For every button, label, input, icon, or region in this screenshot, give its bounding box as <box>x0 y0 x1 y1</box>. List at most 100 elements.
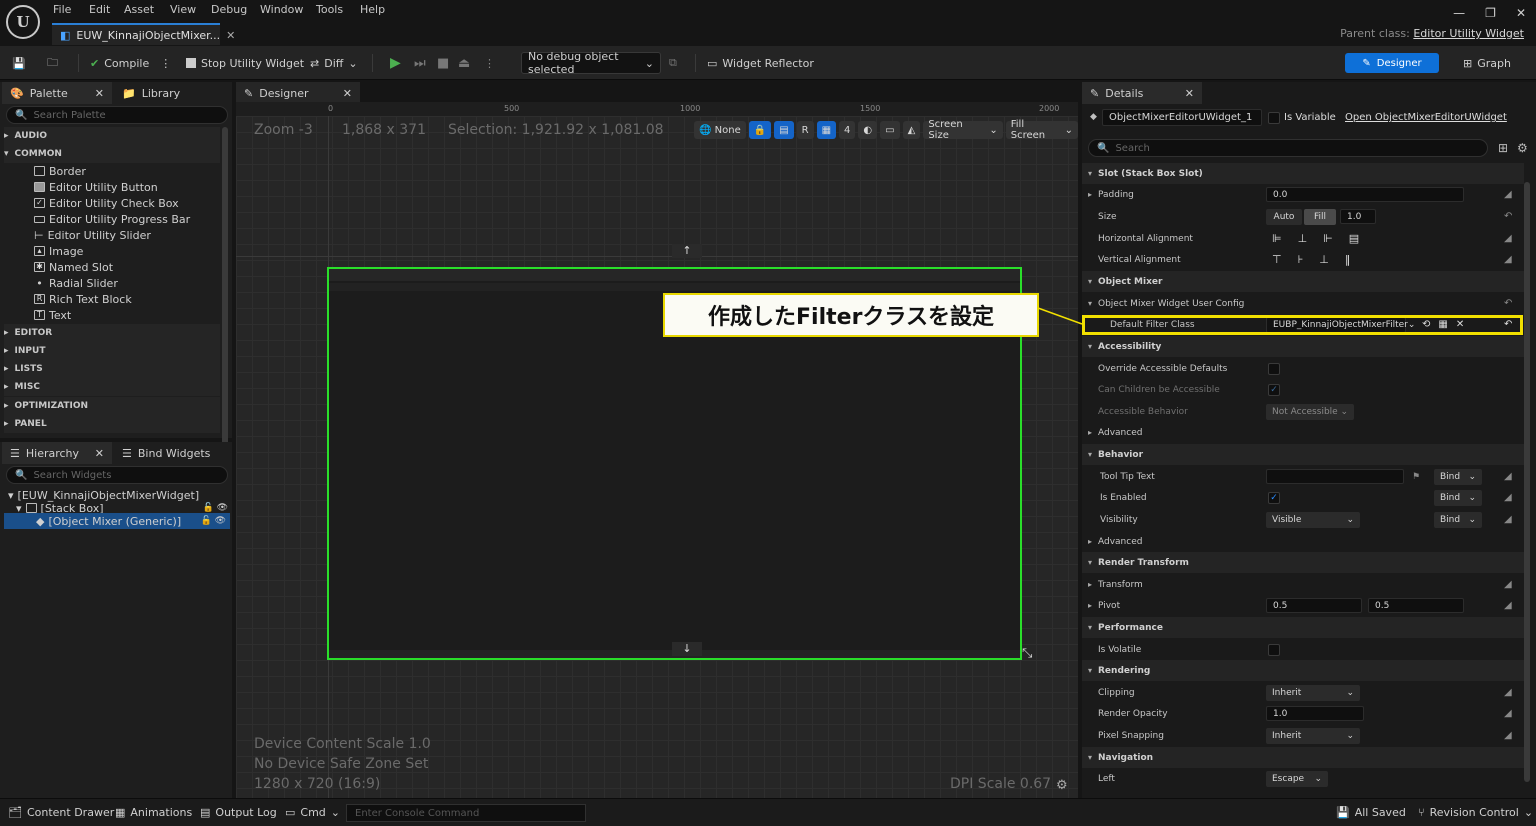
bind-dropdown[interactable]: Bind ⌄ <box>1434 489 1482 506</box>
pivot-x-field[interactable]: 0.5 <box>1266 598 1362 613</box>
tooltip-field[interactable] <box>1266 469 1404 484</box>
menu-window[interactable]: Window <box>260 3 303 16</box>
valign-buttons[interactable]: ⊤⊦⊥‖ <box>1272 253 1366 266</box>
is-variable-checkbox[interactable] <box>1268 112 1280 124</box>
menu-edit[interactable]: Edit <box>89 3 110 16</box>
minimize-button[interactable]: — <box>1453 6 1465 20</box>
eject-icon[interactable]: ⏏ <box>458 53 470 73</box>
category-common[interactable]: ▾ COMMON <box>4 145 220 163</box>
more-options-icon[interactable]: ⋮ <box>484 53 495 73</box>
palette-item-radial-slider[interactable]: • Radial Slider <box>34 275 118 291</box>
accessible-behavior-dropdown[interactable]: Not Accessible ⌄ <box>1266 403 1354 420</box>
details-scrollbar[interactable] <box>1524 182 1530 782</box>
is-enabled-checkbox[interactable]: ✓ <box>1268 491 1280 504</box>
visibility-dropdown[interactable]: Visible ⌄ <box>1266 511 1360 528</box>
close-icon[interactable]: ✕ <box>95 447 104 460</box>
r-button[interactable]: R <box>796 121 814 139</box>
palette-item-checkbox[interactable]: ✓ Editor Utility Check Box <box>34 195 179 211</box>
close-icon[interactable]: ✕ <box>95 87 104 100</box>
tree-item-object-mixer[interactable]: ◆ [Object Mixer (Generic)] 🔓 👁 <box>4 513 230 529</box>
open-widget-link[interactable]: Open ObjectMixerEditorUWidget <box>1345 112 1507 123</box>
close-icon[interactable]: ✕ <box>343 87 352 100</box>
settings-icon[interactable]: ⚙ <box>1517 141 1528 155</box>
padding-field[interactable]: 0.0 <box>1266 187 1464 202</box>
nav-left-dropdown[interactable]: Escape ⌄ <box>1266 770 1328 787</box>
widget-reflector-button[interactable]: ▭ Widget Reflector <box>707 53 814 73</box>
visibility-icon[interactable]: 🔓 👁 <box>201 516 227 526</box>
palette-search-input[interactable]: 🔍 Search Palette <box>6 106 228 124</box>
play-icon[interactable]: ▶ <box>390 53 401 73</box>
menu-help[interactable]: Help <box>360 3 385 16</box>
animations-button[interactable]: ▦ Animations <box>115 806 192 819</box>
designer-viewport[interactable]: Zoom -3 1,868 x 371 Selection: 1,921.92 … <box>236 116 1078 798</box>
size-fill-button[interactable]: Fill <box>1304 208 1336 225</box>
lock-button[interactable]: 🔒 <box>748 121 772 139</box>
screen-size-dropdown[interactable]: Screen Size ⌄ <box>923 119 1003 141</box>
palette-item-image[interactable]: ▴ Image <box>34 243 83 259</box>
tab-hierarchy[interactable]: ☰ Hierarchy ✕ <box>2 442 112 464</box>
palette-scrollbar[interactable] <box>222 127 228 452</box>
category-performance[interactable]: ▾ Performance <box>1082 617 1524 638</box>
prop-advanced[interactable]: ▸ Advanced <box>1082 422 1524 443</box>
category-object-mixer[interactable]: ▾ Object Mixer <box>1082 271 1524 292</box>
content-drawer-button[interactable]: 🗂 Content Drawer <box>8 806 114 819</box>
pixel-snapping-dropdown[interactable]: Inherit ⌄ <box>1266 727 1360 744</box>
menu-asset[interactable]: Asset <box>124 3 154 16</box>
pivot-y-field[interactable]: 0.5 <box>1368 598 1464 613</box>
revision-control-button[interactable]: ⑂ Revision Control ⌄ <box>1418 806 1533 819</box>
flag-icon[interactable]: ⚑ <box>1412 472 1420 482</box>
object-name-field[interactable]: ObjectMixerEditorUWidget_1 <box>1102 109 1262 126</box>
palette-item-slider[interactable]: ⊢ Editor Utility Slider <box>34 227 151 243</box>
palette-item-named-slot[interactable]: ✱ Named Slot <box>34 259 113 275</box>
category-input[interactable]: ▸ INPUT <box>4 342 220 360</box>
widget-search-input[interactable]: 🔍 Search Widgets <box>6 466 228 484</box>
children-accessible-checkbox[interactable]: ✓ <box>1268 383 1280 396</box>
anchor-none-button[interactable]: 🌐 None <box>694 121 746 139</box>
lock-icon[interactable]: 🔓 👁 <box>203 503 229 513</box>
close-window-button[interactable]: ✕ <box>1516 6 1526 20</box>
category-misc[interactable]: ▸ MISC <box>4 378 220 396</box>
flip-icon[interactable]: ◭ <box>902 121 921 139</box>
localize-icon[interactable]: ◐ <box>858 121 878 139</box>
diff-button[interactable]: ⇄ Diff ⌄ <box>310 53 358 73</box>
category-optimization[interactable]: ▸ OPTIMIZATION <box>4 397 220 415</box>
category-editor[interactable]: ▸ EDITOR <box>4 324 220 342</box>
close-icon[interactable]: ✕ <box>1185 87 1194 100</box>
menu-debug[interactable]: Debug <box>211 3 247 16</box>
grid-button[interactable]: ▦ <box>816 121 837 139</box>
palette-item-rich-text[interactable]: R Rich Text Block <box>34 291 132 307</box>
palette-item-button[interactable]: Editor Utility Button <box>34 179 158 195</box>
category-slot[interactable]: ▾ Slot (Stack Box Slot) <box>1082 163 1524 184</box>
document-tab[interactable]: ◧ EUW_KinnajiObjectMixer... ✕ <box>52 23 235 45</box>
override-accessible-checkbox[interactable] <box>1268 362 1280 375</box>
save-status[interactable]: 💾 All Saved <box>1336 806 1406 819</box>
save-icon[interactable]: 💾 <box>12 53 26 73</box>
is-volatile-checkbox[interactable] <box>1268 643 1280 656</box>
bind-dropdown[interactable]: Bind ⌄ <box>1434 511 1482 528</box>
output-log-button[interactable]: ▤ Output Log <box>200 806 277 819</box>
cmd-dropdown[interactable]: ▭ Cmd ⌄ <box>285 806 340 819</box>
grid-size[interactable]: 4 <box>839 121 856 139</box>
stop-utility-widget-button[interactable]: Stop Utility Widget <box>186 53 304 73</box>
category-behavior[interactable]: ▾ Behavior <box>1082 444 1524 465</box>
category-rendering[interactable]: ▾ Rendering <box>1082 660 1524 681</box>
clipping-dropdown[interactable]: Inherit ⌄ <box>1266 684 1360 701</box>
debug-object-dropdown[interactable]: No debug object selected ⌄ <box>521 50 661 76</box>
palette-item-progress-bar[interactable]: Editor Utility Progress Bar <box>34 211 190 227</box>
size-auto-button[interactable]: Auto <box>1266 208 1302 225</box>
palette-item-border[interactable]: Border <box>34 163 86 179</box>
compile-button[interactable]: ✔ Compile ⋮ <box>90 53 171 73</box>
table-view-icon[interactable]: ⊞ <box>1498 141 1508 155</box>
category-panel[interactable]: ▸ PANEL <box>4 415 220 433</box>
resize-handle-icon[interactable]: ⤡ <box>1022 646 1032 661</box>
fill-screen-dropdown[interactable]: Fill Screen ⌄ <box>1005 119 1078 141</box>
category-lists[interactable]: ▸ LISTS <box>4 360 220 378</box>
arrow-down-icon[interactable]: ↓ <box>672 642 702 656</box>
palette-item-text[interactable]: T Text <box>34 307 71 323</box>
halign-buttons[interactable]: ⊫⊥⊩▤ <box>1272 232 1375 245</box>
close-tab-icon[interactable]: ✕ <box>226 29 235 42</box>
stop-sim-icon[interactable]: ■ <box>437 53 449 73</box>
render-opacity-field[interactable]: 1.0 <box>1266 706 1364 721</box>
console-input[interactable]: Enter Console Command <box>346 804 586 822</box>
bind-dropdown[interactable]: Bind ⌄ <box>1434 468 1482 485</box>
